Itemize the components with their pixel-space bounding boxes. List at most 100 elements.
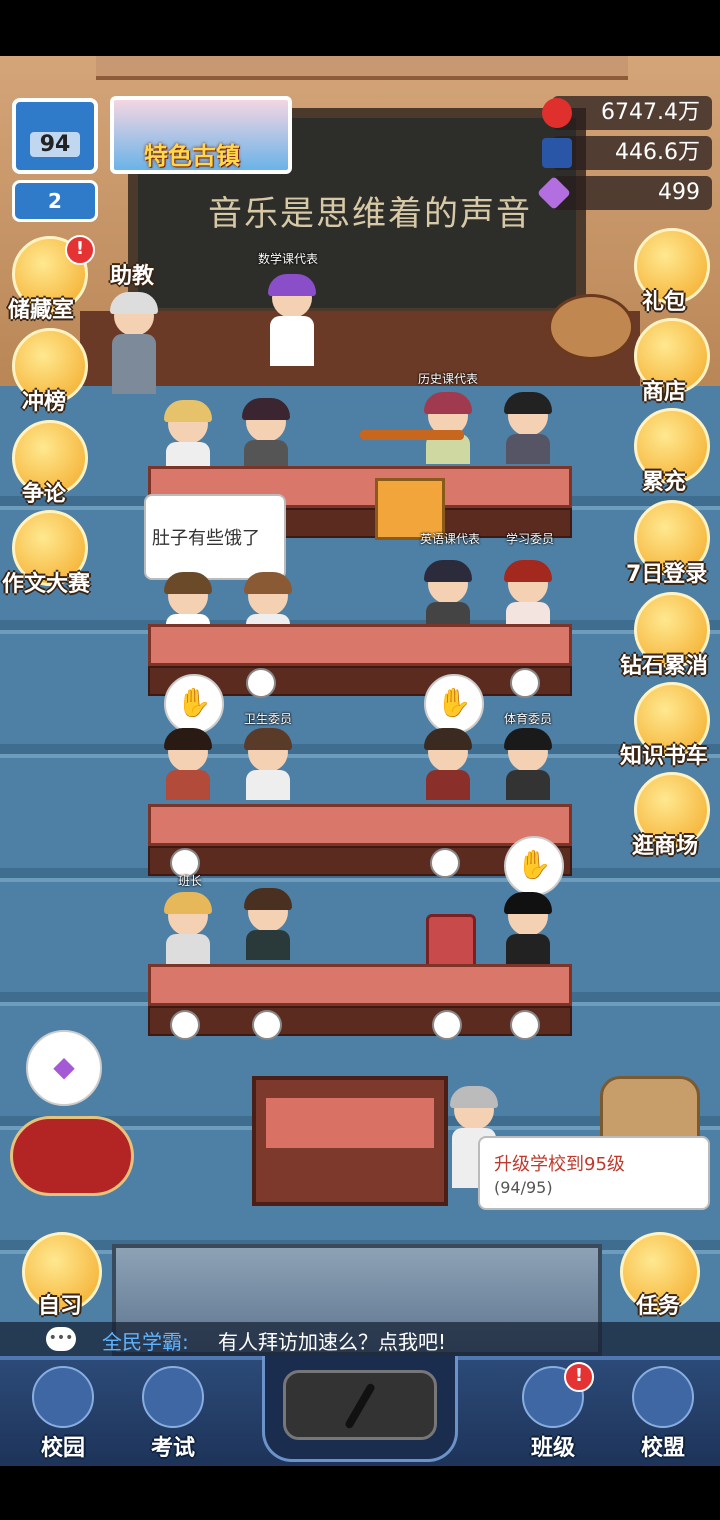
desk-row-2 [148, 624, 572, 666]
news-ticker[interactable]: ••• 全民学霸: 有人拜访加速么？点我吧! [0, 1322, 720, 1358]
student-body [246, 930, 290, 960]
student-hair [504, 728, 552, 750]
student[interactable] [500, 892, 556, 966]
assistant-teacher[interactable] [106, 292, 162, 394]
knowledge-value: 446.6万 [615, 140, 700, 165]
pen-icon [344, 1382, 376, 1430]
desk-front-row-4 [148, 1006, 572, 1036]
book-icon[interactable] [252, 1010, 282, 1040]
student-body [246, 770, 290, 800]
task-progress: (94/95) [494, 1178, 553, 1197]
ranking-label: 冲榜 [22, 390, 67, 415]
student-hair [242, 398, 290, 420]
storage-label: 储藏室 [8, 298, 75, 323]
student[interactable] [420, 728, 476, 802]
raise-hand-icon[interactable]: ✋ [164, 674, 224, 734]
student[interactable] [500, 728, 556, 802]
assistant-label[interactable]: 助教 [110, 258, 154, 290]
raise-hand-icon[interactable]: ✋ [424, 674, 484, 734]
self-study-label: 自习 [38, 1294, 83, 1319]
role-label-history: 历史课代表 [418, 372, 479, 386]
nav-alliance-label: 校盟 [640, 1436, 685, 1461]
nav-campus-label: 校园 [40, 1436, 85, 1461]
rank-number: 2 [48, 189, 62, 213]
blackboard-text: 音乐是思维着的声音 [208, 194, 532, 234]
essay-contest-label: 作文大赛 [2, 572, 91, 597]
student-body [166, 770, 210, 800]
nav-exam[interactable]: 考试 [128, 1366, 218, 1462]
student[interactable] [160, 892, 216, 966]
student-body [506, 434, 550, 464]
nav-class[interactable]: ! 班级 [508, 1362, 598, 1462]
book-icon[interactable] [430, 848, 460, 878]
task-bubble[interactable]: 升级学校到95级 (94/95) [478, 1136, 710, 1210]
teacher-podium [252, 1076, 448, 1206]
daily-login-label: 7日登录 [626, 562, 708, 587]
student-math-rep[interactable] [264, 274, 320, 366]
student-body [166, 934, 210, 964]
student-body [506, 934, 550, 964]
recharge-label: 累充 [642, 470, 687, 495]
banner-label: 特色古镇 [144, 142, 240, 170]
student-body [506, 770, 550, 800]
curtain [96, 56, 628, 80]
student-hair [504, 560, 552, 582]
diamonds-stat[interactable]: 499 [537, 176, 712, 210]
student[interactable] [240, 888, 296, 962]
book-icon[interactable] [432, 1010, 462, 1040]
speech-bubble-text: 肚子有些饿了 [152, 528, 260, 549]
teacher-hair [450, 1086, 498, 1108]
shop-label: 商店 [642, 380, 687, 405]
debate-label: 争论 [22, 482, 67, 507]
student[interactable] [240, 728, 296, 802]
hearts-value: 6747.4万 [601, 100, 700, 125]
empty-chair[interactable] [426, 914, 476, 968]
student[interactable] [160, 400, 216, 474]
school-level-badge[interactable]: 94 [12, 98, 98, 174]
student[interactable] [500, 392, 556, 466]
rank-badge[interactable]: 2 [12, 180, 98, 222]
center-pad[interactable] [262, 1356, 458, 1462]
diamonds-value: 499 [658, 180, 700, 205]
student-hair [164, 892, 212, 914]
book-icon[interactable] [170, 1010, 200, 1040]
student-hair [164, 728, 212, 750]
heart-icon [542, 98, 572, 128]
student[interactable] [160, 728, 216, 802]
role-label-monitor: 班长 [178, 874, 203, 888]
drum-kit [10, 1116, 134, 1196]
gift-pack-label: 礼包 [642, 290, 687, 315]
system-nav-bar [0, 1466, 720, 1520]
school-level-number: 94 [30, 132, 80, 157]
book-icon[interactable] [246, 668, 276, 698]
raise-hand-icon[interactable]: ✋ [504, 836, 564, 896]
mall-label: 逛商场 [632, 834, 699, 859]
book-icon[interactable] [510, 1010, 540, 1040]
role-label-study: 学习委员 [506, 532, 555, 546]
role-label-english: 英语课代表 [420, 532, 481, 546]
notification-icon: ! [564, 1362, 594, 1392]
book-cart-label: 知识书车 [620, 744, 709, 769]
hearts-stat[interactable]: 6747.4万 [542, 96, 712, 130]
diamond-spend-label: 钻石累消 [620, 654, 709, 679]
task-title: 升级学校到95级 [494, 1154, 625, 1175]
speech-bubble[interactable]: 肚子有些饿了 [144, 494, 286, 580]
nav-campus[interactable]: 校园 [18, 1366, 108, 1462]
guitar-table [548, 294, 634, 360]
student-hair [504, 892, 552, 914]
role-label-health: 卫生委员 [244, 712, 293, 726]
ticker-message: 有人拜访加速么？点我吧! [218, 1330, 447, 1354]
book-icon[interactable] [510, 668, 540, 698]
diamond-reward-icon[interactable]: ◆ [26, 1030, 102, 1106]
special-town-banner[interactable]: 特色古镇 [110, 96, 292, 174]
campus-icon [32, 1366, 94, 1428]
knowledge-stat[interactable]: 446.6万 [542, 136, 712, 170]
helicopter-rotor [360, 430, 464, 440]
student-body [426, 770, 470, 800]
classroom-scene: 音乐是思维着的声音 数学课代表 历史课代表 英语课代表 学习委员 肚子有些饿了 … [0, 56, 720, 1356]
pen-pad-icon [283, 1370, 437, 1440]
role-label-math: 数学课代表 [258, 252, 319, 266]
nav-alliance[interactable]: 校盟 [618, 1366, 708, 1462]
nav-exam-label: 考试 [150, 1436, 195, 1461]
student[interactable] [238, 398, 294, 472]
